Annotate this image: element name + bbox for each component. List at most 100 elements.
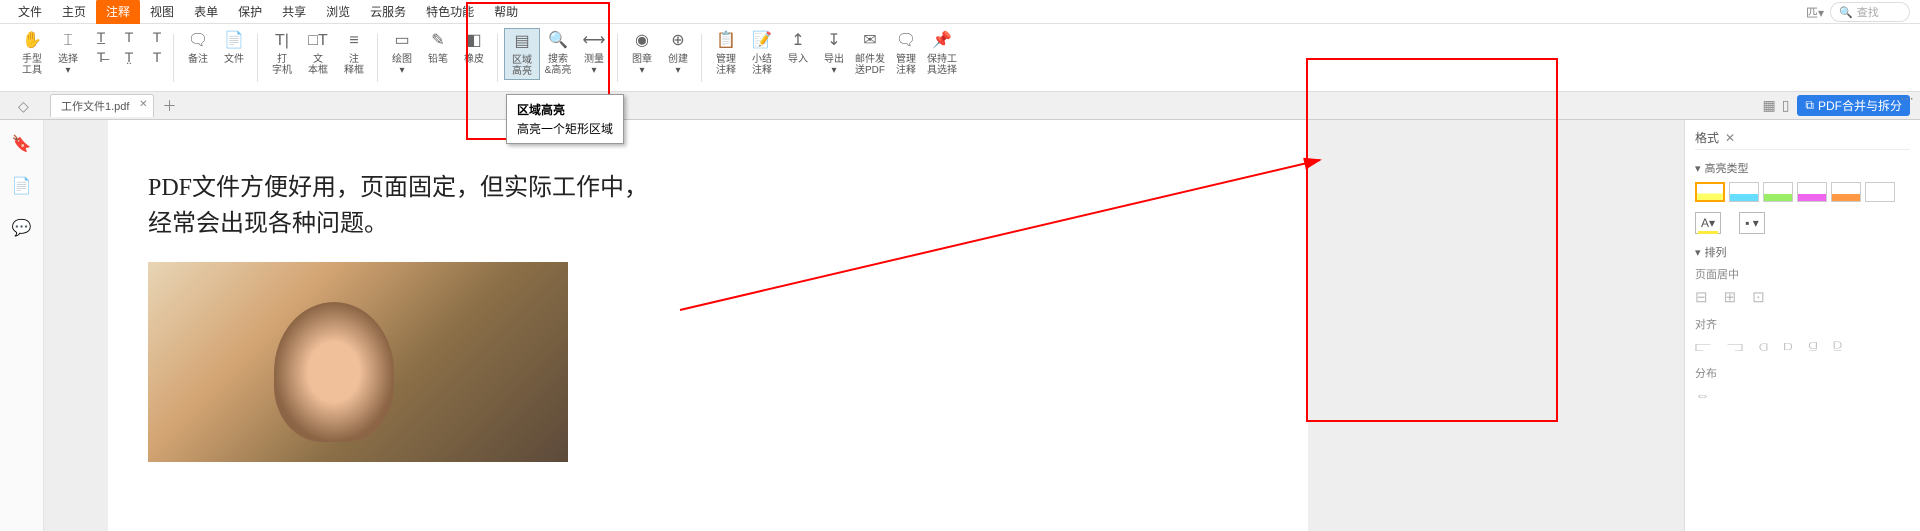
eraser-button[interactable]: ◧橡皮 [456,28,492,67]
center-v-icon[interactable]: ⊞ [1724,288,1737,306]
eraser-tool-icon[interactable]: ◇ [18,98,29,115]
measure-button[interactable]: ⟷测量 ▾ [576,28,612,78]
align-left-icon[interactable]: ⫍ [1695,338,1711,355]
page: PDF文件方便好用，页面固定，但实际工作中， 经常会出现各种问题。 [108,120,1308,531]
arrangement-label: 排列 [1705,244,1727,260]
fill-style-dropdown[interactable]: ▪ ▾ [1739,212,1765,234]
hand-icon: ✋ [21,30,43,52]
document-tab-label: 工作文件1.pdf [61,101,129,113]
close-panel-icon[interactable]: ✕ [1725,131,1735,145]
text-insert-icon[interactable]: T̤ [118,48,140,66]
callout-icon: ≡ [343,30,365,52]
menu-protect[interactable]: 保护 [228,0,272,24]
area-highlight-tooltip: 区域高亮 高亮一个矩形区域 [506,94,624,144]
menu-form[interactable]: 表单 [184,0,228,24]
text-squiggly-icon[interactable]: T [146,28,168,46]
pages-icon[interactable]: 📄 [12,176,32,196]
menu-browse[interactable]: 浏览 [316,0,360,24]
menu-help[interactable]: 帮助 [484,0,528,24]
hand-label: 手型 工具 [22,54,42,76]
center-h-icon[interactable]: ⊟ [1695,288,1708,306]
text-underline-icon[interactable]: T [118,28,140,46]
manage2-icon: 🗨 [895,30,917,52]
search-icon: 🔍 [1839,6,1853,19]
manage-icon: 📋 [715,30,737,52]
document-tabbar: ◇ 工作文件1.pdf ✕ ＋ ▦ ▯ ⧉ PDF合并与拆分 [0,92,1920,120]
draw-button[interactable]: ▭绘图 ▾ [384,28,420,78]
select-tool-button[interactable]: ⌶选择 ▾ [50,28,86,78]
file-attach-button[interactable]: 📄文件 [216,28,252,67]
keep-tool-button[interactable]: 📌保持工 具选择 [924,28,960,78]
search-highlight-icon: 🔍 [547,30,569,52]
text-style-dropdown[interactable]: A ▾ [1695,212,1721,234]
distribute-h-icon[interactable]: ⇔ [1695,387,1710,404]
menu-view[interactable]: 视图 [140,0,184,24]
stamp-button[interactable]: ◉图章 ▾ [624,28,660,78]
align-center-icon[interactable]: ⫎ [1727,338,1743,355]
align-top-icon[interactable]: ⫐ [1784,338,1793,355]
panel-more-icon[interactable]: ⋯ [1900,90,1914,107]
pdf-merge-split-button[interactable]: ⧉ PDF合并与拆分 [1797,95,1910,116]
document-area[interactable]: PDF文件方便好用，页面固定，但实际工作中， 经常会出现各种问题。 [44,120,1684,531]
menu-bar: 文件 主页 注释 视图 表单 保护 共享 浏览 云服务 特色功能 帮助 匹▾ 🔍… [0,0,1920,24]
export-button[interactable]: ↧导出 ▾ [816,28,852,78]
swatch-cyan[interactable] [1729,182,1759,202]
center-both-icon[interactable]: ⊡ [1752,288,1765,306]
summarize-button[interactable]: 📝小结 注释 [744,28,780,78]
import-button[interactable]: ↥导入 [780,28,816,67]
swatch-yellow[interactable] [1695,182,1725,202]
format-tab-label[interactable]: 格式 [1695,129,1719,146]
hl-type-label: 高亮类型 [1705,160,1749,176]
create-button[interactable]: ⊕创建 ▾ [660,28,696,78]
comments-icon[interactable]: 💬 [12,218,32,238]
swatch-magenta[interactable] [1797,182,1827,202]
hand-tool-button[interactable]: ✋手型 工具 [14,28,50,78]
align-bottom-icon[interactable]: ⫒ [1833,338,1842,355]
text-replace-icon[interactable]: T [146,48,168,66]
menu-cloud[interactable]: 云服务 [360,0,416,24]
search-highlight-button[interactable]: 🔍搜索 &高亮 [540,28,576,78]
search-box[interactable]: 🔍 查找 [1830,2,1910,22]
format-panel: 格式 ✕ ▾高亮类型 A ▾ ▪ ▾ ▾排列 页面居中 ⊟ ⊞ [1684,120,1920,531]
match-dropdown[interactable]: 匹▾ [1806,4,1824,21]
menu-file[interactable]: 文件 [8,0,52,24]
email-pdf-button[interactable]: ✉邮件发 送PDF [852,28,888,78]
manage-annot-button[interactable]: 📋管理 注释 [708,28,744,78]
collapse-icon[interactable]: ▾ [1695,162,1701,175]
document-tab[interactable]: 工作文件1.pdf ✕ [50,94,154,117]
left-sidebar: 🔖 📄 💬 [0,120,44,531]
single-view-icon[interactable]: ▯ [1782,97,1790,114]
file-icon: 📄 [223,30,245,52]
swatch-white[interactable] [1865,182,1895,202]
menu-share[interactable]: 共享 [272,0,316,24]
textbox-button[interactable]: □T文 本框 [300,28,336,78]
callout-button[interactable]: ≡注 释框 [336,28,372,78]
search-area: 匹▾ 🔍 查找 [1806,2,1910,22]
manage-annot2-button[interactable]: 🗨管理 注释 [888,28,924,78]
workspace: 🔖 📄 💬 PDF文件方便好用，页面固定，但实际工作中， 经常会出现各种问题。 … [0,120,1920,531]
measure-icon: ⟷ [583,30,605,52]
menu-annotate[interactable]: 注释 [96,0,140,24]
swatch-orange[interactable] [1831,182,1861,202]
swatch-green[interactable] [1763,182,1793,202]
grid-view-icon[interactable]: ▦ [1762,97,1775,114]
align-right-icon[interactable]: ⫏ [1759,338,1768,355]
draw-icon: ▭ [391,30,413,52]
align-label: 对齐 [1695,316,1910,332]
typewriter-button[interactable]: T|打 字机 [264,28,300,78]
import-icon: ↥ [787,30,809,52]
menu-home[interactable]: 主页 [52,0,96,24]
new-tab-button[interactable]: ＋ [162,96,176,116]
text-strikeout-icon[interactable]: T̶ [90,48,112,66]
text-highlight-icon[interactable]: T̲ [90,28,112,46]
align-middle-icon[interactable]: ⫑ [1808,338,1817,355]
pencil-button[interactable]: ✎铅笔 [420,28,456,67]
area-highlight-button[interactable]: ▤区域 高亮 [504,28,540,80]
menu-features[interactable]: 特色功能 [416,0,484,24]
merge-icon: ⧉ [1805,98,1814,113]
bookmark-icon[interactable]: 🔖 [12,134,32,154]
summarize-icon: 📝 [751,30,773,52]
collapse-icon-2[interactable]: ▾ [1695,246,1701,259]
note-button[interactable]: 🗨备注 [180,28,216,67]
close-tab-icon[interactable]: ✕ [139,99,147,110]
